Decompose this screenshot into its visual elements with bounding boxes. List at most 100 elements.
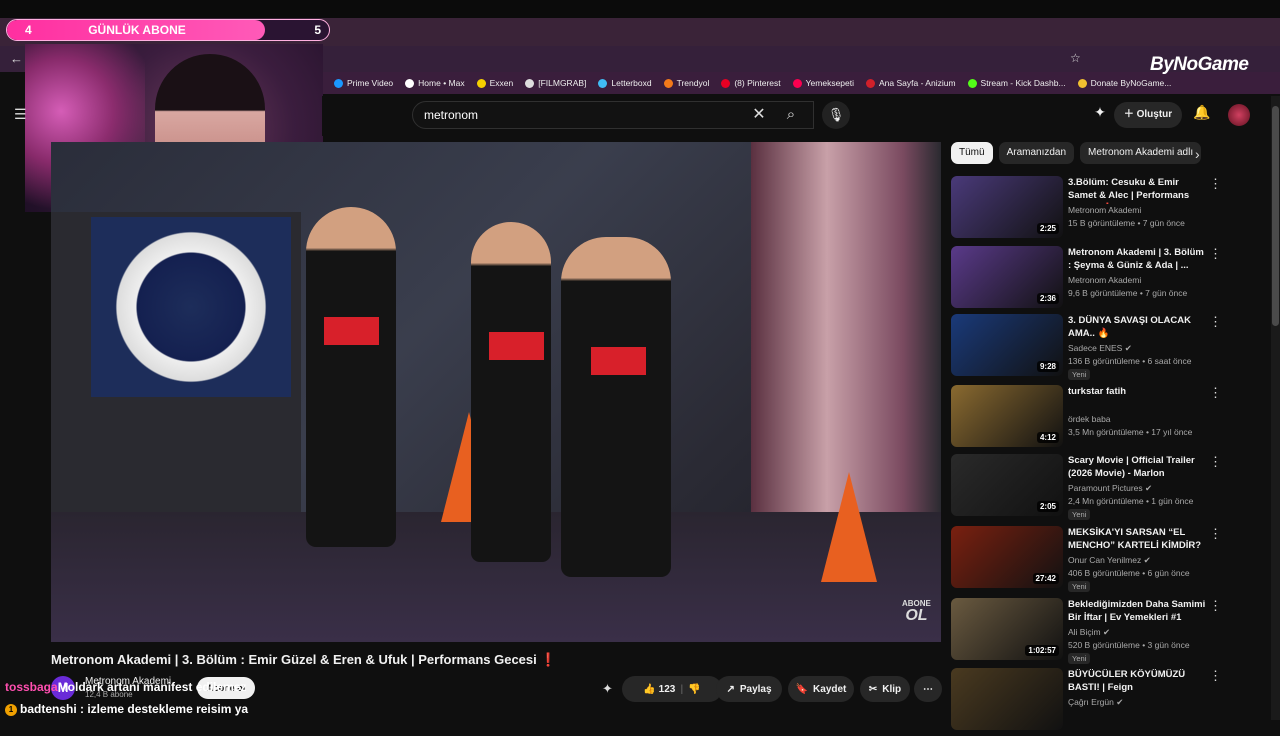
clear-search-icon[interactable]: ✕ — [748, 104, 770, 126]
filter-chip[interactable]: Aramanızdan — [998, 142, 1075, 164]
search-icon[interactable]: ⌕ — [774, 101, 808, 129]
video-thumbnail[interactable]: 9:28 — [951, 314, 1063, 376]
bookmark-label: Yemeksepeti — [805, 78, 854, 88]
recommendation-channel[interactable]: Ali Biçim ✔ — [1068, 627, 1110, 638]
bookmark-favicon-icon — [525, 78, 535, 88]
recommendation-meta: 2,4 Mn görüntüleme • 1 gün önce — [1068, 496, 1194, 506]
more-vert-icon[interactable]: ⋮ — [1209, 246, 1222, 262]
recommendation-item[interactable]: 27:42 MEKSİKA'YI SARSAN “EL MENCHO” KARTE… — [951, 526, 1261, 594]
like-dislike-group: 👍 123 | 👎 — [622, 676, 722, 702]
duration-badge: 2:25 — [1036, 223, 1059, 234]
more-vert-icon[interactable]: ⋮ — [1209, 598, 1222, 614]
save-label: Kaydet — [813, 683, 847, 695]
chat-username: tossbaga — [5, 680, 58, 694]
recommendation-item[interactable]: 1:02:57 Beklediğimizden Daha Samimi Bir İ… — [951, 598, 1261, 666]
filter-chip[interactable]: Metronom Akademi adlı — [1080, 142, 1202, 164]
dancer — [561, 237, 671, 577]
create-button[interactable]: ＋ Oluştur — [1114, 102, 1182, 128]
dislike-button[interactable]: 👎 — [688, 684, 700, 695]
like-count: 123 — [658, 683, 676, 695]
recommendation-meta: 3,5 Mn görüntüleme • 17 yıl önce — [1068, 427, 1193, 437]
filter-chips: Tümü Aramanızdan Metronom Akademi adlı — [951, 142, 1202, 164]
recommendation-item[interactable]: BÜYÜCÜLER KÖYÜMÜZÜ BASTI! | Feign Çağrı E… — [951, 668, 1261, 736]
recommendation-channel[interactable]: Paramount Pictures ✔ — [1068, 483, 1152, 494]
bookmark-item[interactable]: Stream - Kick Dashb... — [967, 78, 1066, 88]
more-vert-icon[interactable]: ⋮ — [1209, 385, 1222, 401]
recommendation-title[interactable]: 3.Bölüm: Cesuku & Emir Samet & Alec | Pe… — [1068, 176, 1208, 204]
video-thumbnail[interactable]: 1:02:57 — [951, 598, 1063, 660]
more-vert-icon[interactable]: ⋮ — [1209, 526, 1222, 542]
recommendation-item[interactable]: 9:28 3. DÜNYA SAVAŞI OLACAK AMA.. 🔥 Sadece… — [951, 314, 1261, 382]
recommendation-item[interactable]: 4:12 turkstar fatih ördek baba 3,5 Mn görün… — [951, 385, 1261, 453]
bookmark-item[interactable]: Yemeksepeti — [792, 78, 854, 88]
recommendation-title[interactable]: 3. DÜNYA SAVAŞI OLACAK AMA.. 🔥 — [1068, 314, 1208, 340]
user-avatar[interactable] — [1228, 104, 1250, 126]
premium-sparkle-icon[interactable]: ✦ — [602, 681, 613, 697]
create-label: Oluştur — [1136, 109, 1173, 120]
recommendation-channel[interactable]: Metronom Akademi — [1068, 275, 1141, 285]
dancer — [471, 222, 551, 562]
bookmark-item[interactable]: Home • Max — [405, 78, 465, 88]
chevron-right-icon[interactable]: › — [1195, 146, 1200, 162]
video-thumbnail[interactable]: 2:05 — [951, 454, 1063, 516]
recommendation-channel[interactable]: Metronom Akademi — [1068, 205, 1141, 215]
video-player[interactable] — [51, 142, 941, 642]
recommendation-channel[interactable]: Onur Can Yenilmez ✔ — [1068, 555, 1151, 566]
recommendation-title[interactable]: MEKSİKA'YI SARSAN “EL MENCHO” KARTELİ Kİ… — [1068, 526, 1208, 552]
duration-badge: 2:05 — [1036, 501, 1059, 512]
scrollbar-thumb[interactable] — [1272, 106, 1279, 326]
bynogame-logo: ByNoGame — [1150, 54, 1249, 75]
bookmark-label: Stream - Kick Dashb... — [980, 78, 1066, 88]
bookmark-item[interactable]: (8) Pinterest — [721, 78, 781, 88]
chat-badge-icon: 1 — [5, 704, 17, 716]
recommendation-title[interactable]: Scary Movie | Official Trailer (2026 Mov… — [1068, 454, 1208, 482]
premium-icon[interactable]: ✦ — [1090, 104, 1110, 126]
recommendation-channel[interactable]: Sadece ENES ✔ — [1068, 343, 1132, 354]
bookmark-item[interactable]: Prime Video — [334, 78, 393, 88]
more-actions-button[interactable]: ⋯ — [914, 676, 942, 702]
more-vert-icon[interactable]: ⋮ — [1209, 454, 1222, 470]
bookmark-favicon-icon — [598, 78, 608, 88]
share-label: Paylaş — [739, 683, 772, 695]
video-thumbnail[interactable]: 2:25 — [951, 176, 1063, 238]
recommendation-item[interactable]: 2:25 3.Bölüm: Cesuku & Emir Samet & Alec … — [951, 176, 1261, 244]
bell-icon[interactable]: 🔔 — [1192, 104, 1212, 126]
bookmark-item[interactable]: Donate ByNoGame... — [1077, 78, 1172, 88]
bookmark-label: Prime Video — [347, 78, 394, 88]
bookmark-item[interactable]: Ana Sayfa - Anizium — [866, 78, 956, 88]
filter-chip[interactable]: Tümü — [951, 142, 993, 164]
video-thumbnail[interactable]: 4:12 — [951, 385, 1063, 447]
chat-username: badtenshi — [20, 702, 77, 716]
recommendation-title[interactable]: Metronom Akademi | 3. Bölüm : Şeyma & Gü… — [1068, 246, 1208, 272]
recommendation-title[interactable]: BÜYÜCÜLER KÖYÜMÜZÜ BASTI! | Feign — [1068, 668, 1208, 694]
bookmark-item[interactable]: Exxen — [476, 78, 513, 88]
clip-button[interactable]: ✂ Klip — [860, 676, 910, 702]
hamburger-menu-icon[interactable]: ☰ — [14, 106, 27, 123]
save-button[interactable]: 🔖 Kaydet — [788, 676, 854, 702]
recommendation-channel[interactable]: Çağrı Ergün ✔ — [1068, 697, 1123, 708]
more-vert-icon[interactable]: ⋮ — [1209, 176, 1222, 192]
recommendation-meta: 9,6 B görüntüleme • 7 gün önce — [1068, 288, 1188, 298]
recommendation-item[interactable]: 2:05 Scary Movie | Official Trailer (2026… — [951, 454, 1261, 522]
share-button[interactable]: ↗ Paylaş — [716, 676, 782, 702]
recommendation-title[interactable]: turkstar fatih — [1068, 385, 1208, 398]
microphone-icon[interactable]: 🎙 — [822, 101, 850, 129]
video-thumbnail[interactable]: 27:42 — [951, 526, 1063, 588]
bookmark-label: Donate ByNoGame... — [1090, 78, 1172, 88]
more-vert-icon[interactable]: ⋮ — [1209, 314, 1222, 330]
recommendation-title[interactable]: Beklediğimizden Daha Samimi Bir İftar | … — [1068, 598, 1208, 624]
daily-sub-goal-widget: 4 GÜNLÜK ABONE 5 — [6, 19, 330, 41]
back-arrow-icon[interactable]: ← — [10, 51, 23, 66]
more-vert-icon[interactable]: ⋮ — [1209, 668, 1222, 684]
bookmark-label: Letterboxd — [611, 78, 652, 88]
video-thumbnail[interactable] — [951, 668, 1063, 730]
recommendation-channel[interactable]: ördek baba — [1068, 414, 1111, 424]
bookmark-label: Home • Max — [418, 78, 465, 88]
video-thumbnail[interactable]: 2:36 — [951, 246, 1063, 308]
bookmark-item[interactable]: [FILMGRAB] — [525, 78, 586, 88]
star-icon[interactable]: ☆ — [1070, 51, 1081, 65]
bookmark-item[interactable]: Trendyol — [663, 78, 709, 88]
bookmark-item[interactable]: Letterboxd — [598, 78, 652, 88]
recommendation-item[interactable]: 2:36 Metronom Akademi | 3. Bölüm : Şeyma … — [951, 246, 1261, 314]
like-button[interactable]: 👍 123 — [643, 684, 675, 695]
